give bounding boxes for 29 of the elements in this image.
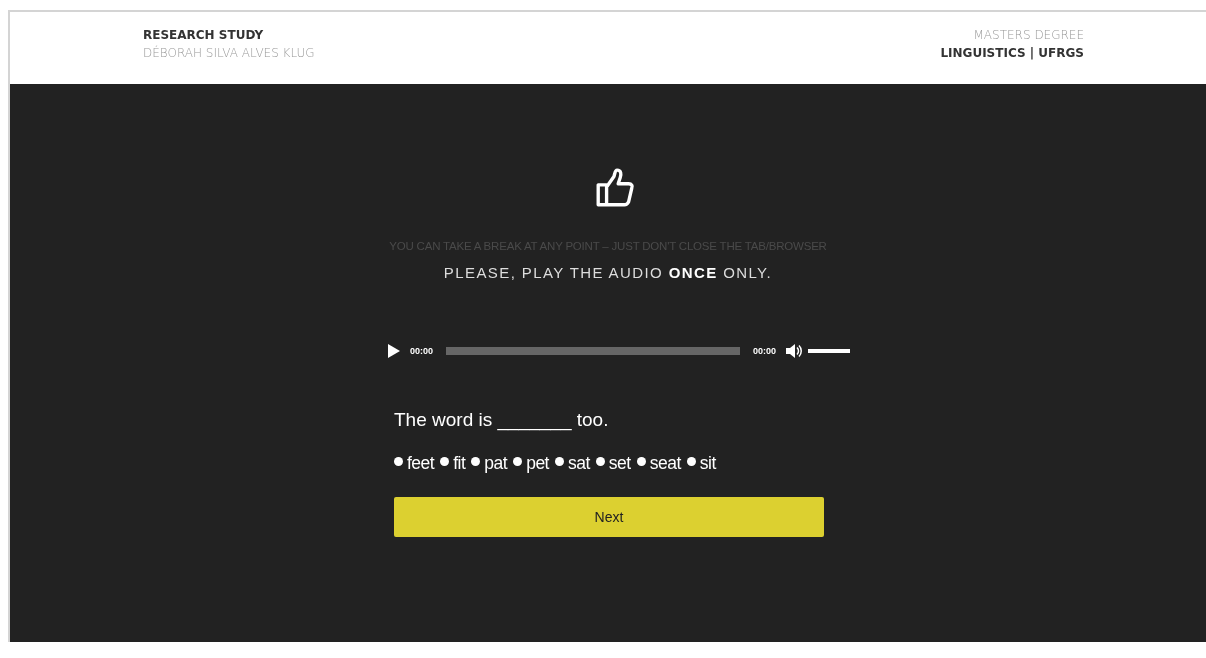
thumbs-up-icon — [594, 167, 636, 209]
radio-button[interactable] — [513, 457, 523, 466]
study-title: RESEARCH STUDY — [143, 27, 265, 44]
option-label[interactable]: pet — [526, 453, 549, 474]
radio-button[interactable] — [595, 457, 605, 466]
radio-button[interactable] — [471, 457, 481, 466]
option-label[interactable]: feet — [407, 453, 435, 474]
radio-button[interactable] — [555, 457, 564, 466]
radio-button[interactable] — [636, 457, 646, 466]
current-time: 00:00 — [410, 346, 434, 356]
radio-button[interactable] — [394, 457, 403, 466]
option-label[interactable]: seat — [649, 453, 681, 474]
play-icon[interactable] — [388, 344, 400, 358]
degree-label: MASTERS DEGREE — [973, 27, 1084, 44]
option-label[interactable]: fit — [453, 453, 466, 474]
radio-button[interactable] — [440, 457, 450, 466]
author-name: DÉBORAH SILVA ALVES KLUG — [143, 44, 315, 62]
next-button[interactable]: Next — [394, 497, 824, 537]
option-label[interactable]: set — [608, 453, 631, 474]
institution-label: LINGUISTICS | UFRGS — [940, 45, 1084, 62]
instruction-text: PLEASE, PLAY THE AUDIO ONCE ONLY. — [443, 264, 773, 281]
speaker-icon[interactable] — [786, 344, 803, 358]
option-label[interactable]: pat — [484, 453, 508, 474]
question-text: The word is _______ too. — [394, 409, 610, 431]
radio-button[interactable] — [686, 457, 696, 466]
option-label[interactable]: sit — [699, 453, 716, 474]
option-label[interactable]: sat — [568, 453, 590, 474]
duration-time: 00:00 — [753, 346, 777, 356]
volume-slider[interactable] — [808, 349, 851, 353]
